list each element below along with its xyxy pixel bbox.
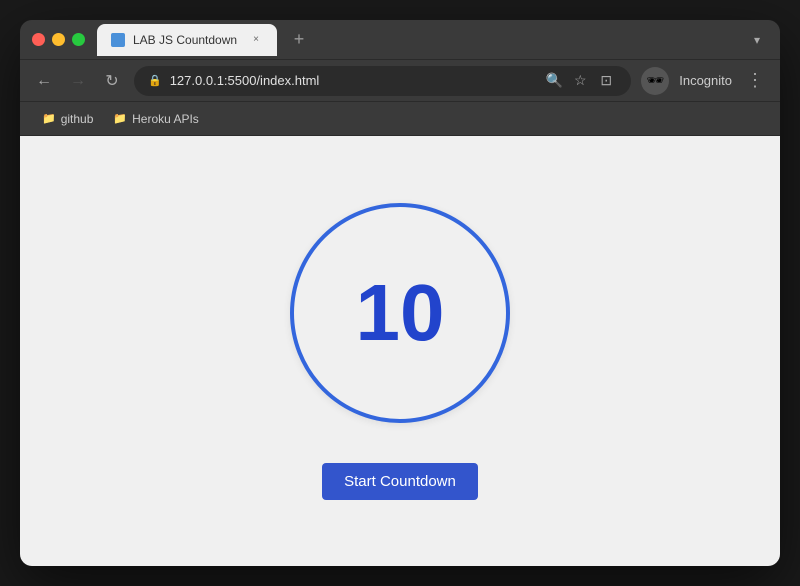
active-tab[interactable]: LAB JS Countdown × — [97, 24, 277, 56]
tab-favicon — [111, 33, 125, 47]
more-options-button[interactable]: ⋮ — [742, 66, 768, 95]
browser-window: LAB JS Countdown × + ▾ ← → ↻ 🔒 127.0.0.1… — [20, 20, 780, 566]
search-icon[interactable]: 🔍 — [543, 70, 565, 92]
minimize-button[interactable] — [52, 33, 65, 46]
reload-button[interactable]: ↻ — [100, 69, 124, 93]
bookmark-star-icon[interactable]: ☆ — [569, 70, 591, 92]
profile-button[interactable]: 🕶 — [641, 67, 669, 95]
tab-bar: LAB JS Countdown × + ▾ — [97, 24, 768, 56]
tab-close-button[interactable]: × — [249, 33, 263, 47]
countdown-circle: 10 — [290, 203, 510, 423]
folder-icon-2: 📁 — [113, 112, 127, 125]
maximize-button[interactable] — [72, 33, 85, 46]
page-content: 10 Start Countdown — [20, 136, 780, 566]
bookmark-label-github: github — [61, 112, 94, 126]
extension-icon[interactable]: ⊡ — [595, 70, 617, 92]
folder-icon: 📁 — [42, 112, 56, 125]
tab-dropdown-button[interactable]: ▾ — [746, 29, 768, 51]
profile-label: Incognito — [679, 73, 732, 88]
address-bar[interactable]: 🔒 127.0.0.1:5500/index.html 🔍 ☆ ⊡ — [134, 66, 631, 96]
back-button[interactable]: ← — [32, 69, 56, 93]
lock-icon: 🔒 — [148, 74, 162, 87]
forward-button[interactable]: → — [66, 69, 90, 93]
address-icons: 🔍 ☆ ⊡ — [543, 70, 617, 92]
close-button[interactable] — [32, 33, 45, 46]
traffic-lights — [32, 33, 85, 46]
new-tab-button[interactable]: + — [285, 26, 313, 54]
titlebar: LAB JS Countdown × + ▾ — [20, 20, 780, 60]
countdown-display: 10 — [356, 273, 445, 353]
start-countdown-button[interactable]: Start Countdown — [322, 463, 478, 500]
url-text: 127.0.0.1:5500/index.html — [170, 73, 536, 88]
addressbar: ← → ↻ 🔒 127.0.0.1:5500/index.html 🔍 ☆ ⊡ … — [20, 60, 780, 102]
bookmark-label-heroku: Heroku APIs — [132, 112, 199, 126]
tab-title: LAB JS Countdown — [133, 33, 241, 47]
bookmark-item-github[interactable]: 📁 github — [34, 108, 101, 130]
profile-icon: 🕶 — [646, 72, 664, 89]
bookmark-item-heroku[interactable]: 📁 Heroku APIs — [105, 108, 206, 130]
bookmarks-bar: 📁 github 📁 Heroku APIs — [20, 102, 780, 136]
